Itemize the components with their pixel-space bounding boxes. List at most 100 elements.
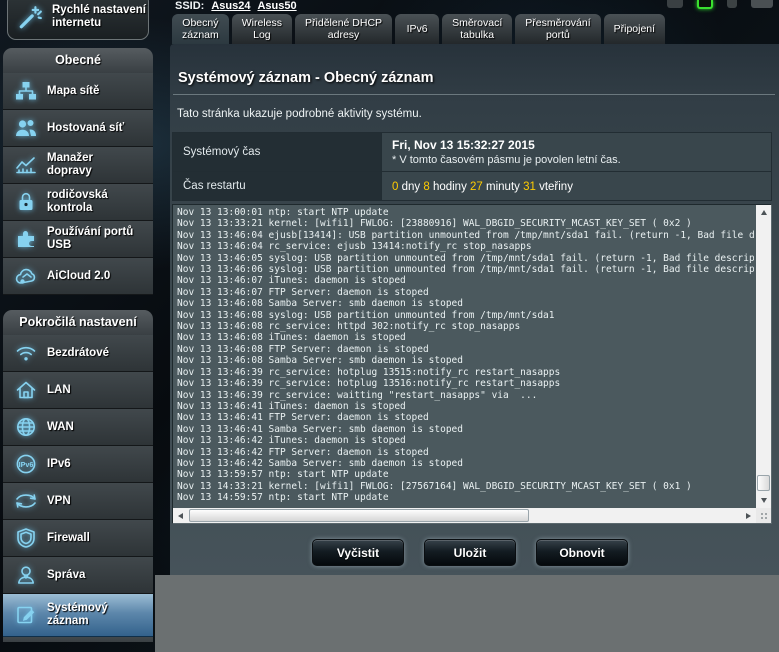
- sidebar-item-hostovan-s-[interactable]: Hostovaná síť: [3, 110, 153, 147]
- sidebar-item-bezdr-tov-[interactable]: Bezdrátové: [3, 335, 153, 372]
- uptime-label: Čas restartu: [173, 172, 382, 201]
- vertical-scrollbar[interactable]: [756, 205, 771, 508]
- sidebar-item-syst-mov-z-znam[interactable]: Systémový záznam: [3, 594, 153, 637]
- tab-obecn-z-znam[interactable]: Obecný záznam: [172, 14, 229, 44]
- sidebar-item-label: Mapa sítě: [47, 85, 147, 98]
- firewall-icon: [12, 526, 39, 550]
- vpn-icon: [12, 489, 39, 513]
- refresh-log-button[interactable]: Obnovit: [536, 539, 628, 566]
- system-info-table: Systémový čas Fri, Nov 13 15:32:27 2015 …: [172, 132, 772, 201]
- sidebar-item-label: LAN: [47, 384, 147, 397]
- uptime-number: 8: [423, 181, 429, 193]
- sidebar-item-label: Hostovaná síť: [47, 122, 147, 135]
- arrow-up-icon: [761, 210, 767, 215]
- quick-setup-button[interactable]: Rychlé nastavení internetu: [7, 0, 149, 40]
- scroll-right-button[interactable]: [741, 508, 756, 523]
- sidebar-item-label: Firewall: [47, 532, 147, 545]
- network-map-icon: [12, 79, 39, 103]
- sidebar-item-ipv6[interactable]: IPv6 IPv6: [3, 446, 153, 483]
- sidebar-item-label: AiCloud 2.0: [47, 270, 147, 283]
- arrow-right-icon: [746, 513, 751, 519]
- ssid-link-asus50[interactable]: Asus50: [257, 0, 296, 12]
- banner-icon-c[interactable]: [751, 0, 773, 8]
- sidebar-item-firewall[interactable]: Firewall: [3, 520, 153, 557]
- tab-wireless-log[interactable]: Wireless Log: [232, 14, 292, 44]
- system-time-value: Fri, Nov 13 15:32:27 2015: [392, 138, 771, 152]
- usb-application-icon: [12, 227, 39, 251]
- tab-bar: Obecný záznamWireless LogPřidělené DHCP …: [172, 14, 665, 44]
- quick-setup-label: Rychlé nastavení internetu: [52, 4, 146, 30]
- banner-lan-status-icon[interactable]: [697, 0, 713, 9]
- sidebar-item-pou-v-n-port-usb[interactable]: Používání portů USB: [3, 221, 153, 258]
- svg-text:IPv6: IPv6: [18, 460, 33, 469]
- ssid-label: SSID:: [175, 0, 204, 12]
- sidebar-item-aicloud-2-0[interactable]: AiCloud 2.0: [3, 258, 153, 295]
- sidebar-item-rodi-ovsk-kontrola[interactable]: rodičovská kontrola: [3, 184, 153, 221]
- nav-section-title: Obecné: [3, 48, 153, 73]
- action-buttons: Vyčistit Uložit Obnovit: [170, 539, 770, 566]
- wan-icon: [12, 415, 39, 439]
- sidebar-next-item-partial: [3, 637, 153, 642]
- nav-group-2: Pokročilá nastaveníBezdrátovéLANWANIPv6I…: [3, 310, 153, 642]
- nav-section-title: Pokročilá nastavení: [3, 310, 153, 335]
- sidebar-item-label: IPv6: [47, 458, 147, 471]
- page-background-lower: [155, 575, 779, 652]
- system-log-textarea[interactable]: Nov 13 13:00:01 ntp: start NTP update No…: [172, 204, 772, 524]
- ssid-link-asus24[interactable]: Asus24: [211, 0, 250, 12]
- aicloud-icon: [12, 264, 39, 288]
- title-divider: [173, 94, 775, 95]
- save-log-button[interactable]: Uložit: [424, 539, 516, 566]
- sidebar-item-spr-va[interactable]: Správa: [3, 557, 153, 594]
- banner-icon-a[interactable]: [667, 0, 683, 8]
- main-panel: Systémový záznam - Obecný záznam Tato st…: [170, 44, 779, 575]
- sidebar-item-label: Manažer dopravy: [47, 152, 147, 178]
- vertical-scroll-thumb[interactable]: [757, 475, 770, 491]
- uptime-row: Čas restartu 0 dny 8 hodiny 27 minuty 31…: [173, 172, 772, 201]
- arrow-left-icon: [178, 513, 183, 519]
- uptime-value: 0 dny 8 hodiny 27 minuty 31 vteřiny: [392, 181, 573, 193]
- tab-p-ipojen-[interactable]: Připojení: [604, 14, 665, 44]
- sidebar-item-wan[interactable]: WAN: [3, 409, 153, 446]
- tab-p-esm-rov-n-port-[interactable]: Přesměrování portů: [515, 14, 600, 44]
- ssid-line: SSID: Asus24 Asus50: [175, 0, 297, 12]
- system-time-label: Systémový čas: [173, 133, 382, 172]
- uptime-number: 27: [470, 181, 483, 193]
- tab-sm-rovac-tabulka[interactable]: Směrovací tabulka: [442, 14, 512, 44]
- horizontal-scrollbar[interactable]: [173, 508, 756, 523]
- wireless-icon: [12, 341, 39, 365]
- sidebar-item-label: VPN: [47, 495, 147, 508]
- horizontal-scroll-thumb[interactable]: [189, 509, 529, 522]
- system-time-row: Systémový čas Fri, Nov 13 15:32:27 2015 …: [173, 133, 772, 172]
- guest-network-icon: [12, 116, 39, 140]
- scroll-up-button[interactable]: [756, 205, 771, 220]
- log-text: Nov 13 13:00:01 ntp: start NTP update No…: [177, 207, 754, 506]
- administration-icon: [12, 563, 39, 587]
- nav-group-1: Obecné Mapa sítě Hostovaná síť Manažer dopr…: [3, 48, 153, 295]
- clear-log-button[interactable]: Vyčistit: [312, 539, 404, 566]
- banner-icon-b[interactable]: [727, 0, 737, 8]
- scroll-down-button[interactable]: [756, 493, 771, 508]
- tab-ipv6[interactable]: IPv6: [395, 14, 439, 44]
- system-log-icon: [12, 603, 39, 627]
- parental-control-icon: [12, 190, 39, 214]
- magic-wand-icon: [17, 4, 43, 30]
- sidebar-item-mana-er-dopravy[interactable]: Manažer dopravy: [3, 147, 153, 184]
- sidebar-item-label: Systémový záznam: [47, 602, 147, 628]
- uptime-number: 31: [523, 181, 536, 193]
- sidebar-item-label: Bezdrátové: [47, 347, 147, 360]
- sidebar-item-vpn[interactable]: VPN: [3, 483, 153, 520]
- arrow-down-icon: [761, 498, 767, 503]
- sidebar: Rychlé nastavení internetu Obecné Mapa sí…: [0, 0, 155, 652]
- uptime-number: 0: [392, 181, 398, 193]
- dst-note: * V tomto časovém pásmu je povolen letní…: [392, 154, 771, 166]
- sidebar-item-mapa-s-t-[interactable]: Mapa sítě: [3, 73, 153, 110]
- banner-icons: [667, 0, 773, 11]
- resize-grip-icon[interactable]: [760, 512, 769, 521]
- sidebar-item-label: rodičovská kontrola: [47, 189, 147, 215]
- sidebar-item-label: Používání portů USB: [47, 226, 147, 252]
- sidebar-item-lan[interactable]: LAN: [3, 372, 153, 409]
- traffic-manager-icon: [12, 153, 39, 177]
- tab-p-id-len-dhcp-adresy[interactable]: Přidělené DHCP adresy: [295, 14, 392, 44]
- page-description: Tato stránka ukazuje podrobné aktivity s…: [177, 108, 779, 120]
- scroll-left-button[interactable]: [173, 508, 188, 523]
